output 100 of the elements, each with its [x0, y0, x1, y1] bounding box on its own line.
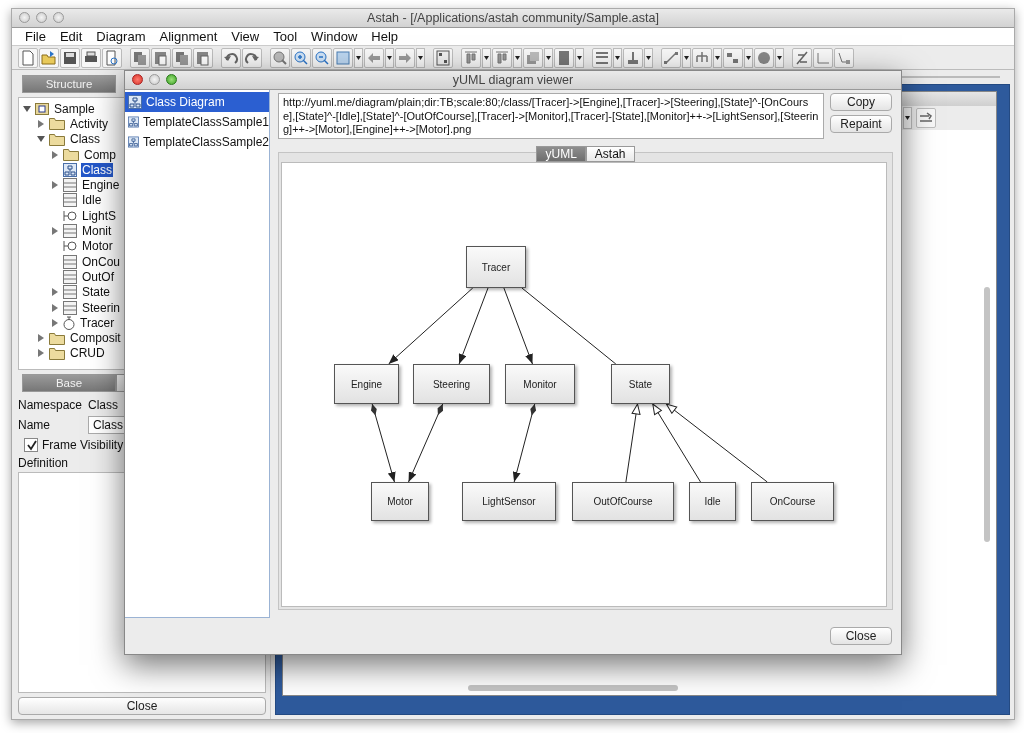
dropdown-caret-icon[interactable] [354, 47, 363, 68]
collapsed-arrow-icon[interactable] [51, 150, 59, 159]
menu-item[interactable]: Alignment [152, 29, 225, 44]
tree-item[interactable]: OutOf [81, 269, 115, 284]
class-node: Monitor [505, 364, 575, 404]
tree-item[interactable]: Steerin [81, 300, 122, 315]
toolbar-print-icon[interactable] [81, 47, 101, 68]
class-icon [63, 269, 77, 284]
dropdown-caret-icon[interactable] [544, 47, 553, 68]
tree-item[interactable]: Monit [81, 224, 113, 238]
menu-item[interactable]: File [18, 29, 53, 44]
toolbar-zoom-icon[interactable] [270, 47, 290, 68]
view-tab[interactable]: Astah [585, 146, 635, 162]
toolbar-redo-icon[interactable] [242, 47, 262, 68]
frame-visibility-label: Frame Visibility [42, 438, 124, 452]
collapsed-arrow-icon[interactable] [37, 349, 45, 358]
toolbar-page-icon[interactable] [18, 47, 38, 68]
folder-icon [63, 148, 79, 162]
toolbar-copy-icon[interactable] [172, 47, 192, 68]
tree-item[interactable]: OnCou [81, 254, 122, 269]
tree-item[interactable]: Comp [83, 147, 117, 162]
toolbar-align-icon[interactable] [492, 47, 512, 68]
collapsed-arrow-icon[interactable] [51, 288, 59, 297]
dropdown-caret-icon[interactable] [613, 47, 622, 68]
url-field[interactable]: http://yuml.me/diagram/plain;dir:TB;scale:80;/class/[Tracer]->[Engine],[Tracer]->[Steering],[State]^-[OnCourse],[State]^-[Idle],[State]^-[OutOfCourse],[Tracer]->[Monitor],[Tracer]-[State],[Monitor]++->[LightSensor],[Steering]++->[Motor],[Engine]++->[Motor].png [278, 93, 824, 139]
collapsed-arrow-icon[interactable] [37, 334, 45, 343]
minimize-window-button[interactable] [36, 12, 47, 23]
minimize-window-button[interactable] [149, 74, 160, 85]
dialog-button[interactable]: Repaint [830, 115, 892, 133]
close-window-button[interactable] [132, 74, 143, 85]
diagram-list-item[interactable]: Class Diagram [125, 92, 269, 112]
zoom-window-button[interactable] [166, 74, 177, 85]
vertical-scrollbar[interactable] [984, 287, 990, 542]
tree-item[interactable]: Class [81, 162, 113, 177]
toolbar-dots-icon[interactable] [723, 47, 743, 68]
toolbar-corner2-icon[interactable] [834, 47, 854, 68]
tree-item[interactable]: State [81, 285, 112, 300]
collapsed-arrow-icon[interactable] [51, 181, 59, 190]
toolbar-lines-icon[interactable] [592, 47, 612, 68]
class-icon [63, 254, 77, 269]
dropdown-caret-icon[interactable] [644, 47, 653, 68]
toolbar-zoomout-icon[interactable] [312, 47, 332, 68]
toolbar-zoomin-icon[interactable] [291, 47, 311, 68]
diagram-list-item[interactable]: TemplateClassSample2 [125, 132, 269, 152]
tree-item[interactable]: Sample [53, 101, 96, 116]
dropdown-caret-icon[interactable] [513, 47, 522, 68]
tree-item[interactable]: Activity [69, 116, 109, 131]
zoom-window-button[interactable] [53, 12, 64, 23]
menu-item[interactable]: Help [364, 29, 406, 44]
tree-item[interactable]: Composit [69, 331, 122, 346]
dropdown-caret-icon[interactable] [903, 107, 912, 129]
dropdown-caret-icon[interactable] [744, 47, 753, 68]
horizontal-scrollbar[interactable] [468, 685, 678, 691]
toolbar-paste-icon[interactable] [193, 47, 213, 68]
toolbar-cross-icon[interactable] [792, 47, 812, 68]
collapsed-arrow-icon[interactable] [51, 227, 59, 235]
collapsed-arrow-icon[interactable] [51, 318, 59, 327]
stopwatch-icon [63, 315, 75, 330]
tree-item[interactable]: Tracer [79, 315, 116, 330]
tree-item[interactable]: Class [69, 132, 101, 147]
dialog-button[interactable]: Copy [830, 93, 892, 111]
toolbar-copy-icon[interactable] [130, 47, 150, 68]
collapsed-arrow-icon[interactable] [37, 119, 45, 128]
close-button[interactable]: Close [830, 627, 892, 645]
menu-item[interactable]: Diagram [89, 29, 153, 44]
toolbar-save-icon[interactable] [60, 47, 80, 68]
toolbar-grid-icon[interactable] [433, 47, 453, 68]
tree-item[interactable]: Engine [81, 178, 121, 193]
expanded-arrow-icon[interactable] [23, 104, 31, 113]
dropdown-caret-icon[interactable] [682, 47, 691, 68]
toolbar-pin-icon[interactable] [916, 108, 936, 128]
class-node: Steering [413, 364, 490, 404]
expanded-arrow-icon[interactable] [37, 135, 45, 144]
dropdown-caret-icon[interactable] [575, 47, 584, 68]
tree-item[interactable]: CRUD [69, 346, 106, 361]
menu-item[interactable]: Edit [52, 29, 90, 44]
dropdown-caret-icon[interactable] [775, 47, 784, 68]
diagram-list-item[interactable]: TemplateClassSample1 [125, 112, 269, 132]
menu-item[interactable]: View [224, 29, 267, 44]
close-window-button[interactable] [19, 12, 30, 23]
dropdown-caret-icon[interactable] [482, 47, 491, 68]
menu-item[interactable]: Window [304, 29, 365, 44]
toolbar-undo-icon[interactable] [221, 47, 241, 68]
tree-item[interactable]: Idle [81, 193, 103, 208]
collapsed-arrow-icon[interactable] [51, 303, 59, 312]
dropdown-caret-icon[interactable] [416, 47, 425, 68]
toolbar-align-icon[interactable] [461, 47, 481, 68]
toolbar-stamp-icon[interactable] [623, 47, 643, 68]
toolbar-open-icon[interactable] [39, 47, 59, 68]
close-button[interactable]: Close [18, 697, 266, 715]
view-tab[interactable]: yUML [536, 146, 586, 162]
toolbar-preview-icon[interactable] [102, 47, 122, 68]
toolbar-fill-icon[interactable] [554, 47, 574, 68]
menu-item[interactable]: Tool [266, 29, 305, 44]
tree-item[interactable]: Motor [81, 239, 114, 254]
frame-visibility-checkbox[interactable] [24, 438, 38, 452]
tree-item[interactable]: LightS [81, 208, 118, 223]
dropdown-caret-icon[interactable] [713, 47, 722, 68]
toolbar-paste-icon[interactable] [151, 47, 171, 68]
dropdown-caret-icon[interactable] [385, 47, 394, 68]
